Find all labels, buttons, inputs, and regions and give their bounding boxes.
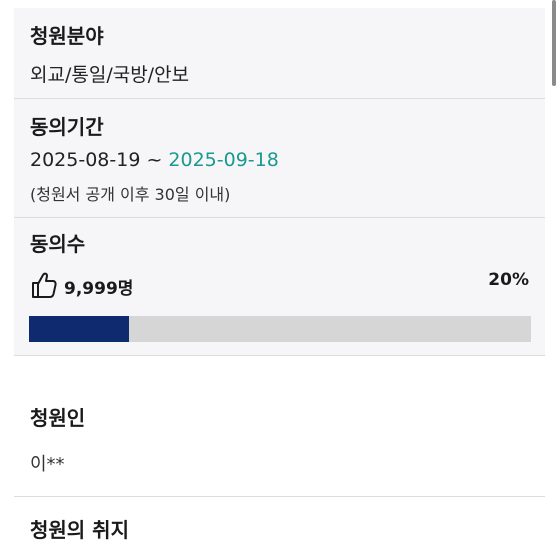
agree-count-percent: 20% — [488, 270, 529, 290]
divider — [14, 355, 545, 356]
petition-field-section: 청원분야 외교/통일/국방/안보 — [14, 8, 545, 98]
agreement-period-dates: 2025-08-19 ~ 2025-09-18 — [30, 149, 279, 171]
agree-count-number: 9,999명 — [64, 279, 134, 299]
petitioner-value: 이** — [30, 454, 65, 475]
period-separator: ~ — [140, 149, 169, 171]
agreement-period-note: (청원서 공개 이후 30일 이내) — [30, 185, 231, 204]
period-end-date: 2025-09-18 — [168, 149, 279, 171]
thumbs-up-icon — [30, 270, 58, 300]
agree-count-section: 동의수 9,999명 20% — [14, 218, 545, 355]
petition-purpose-heading: 청원의 취지 — [30, 518, 129, 542]
petition-field-value: 외교/통일/국방/안보 — [30, 64, 190, 86]
agreement-period-section: 동의기간 2025-08-19 ~ 2025-09-18 (청원서 공개 이후 … — [14, 99, 545, 217]
scrollbar[interactable] — [552, 0, 556, 86]
agree-progress-fill — [29, 316, 130, 342]
period-start-date: 2025-08-19 — [30, 149, 141, 171]
petition-field-heading: 청원분야 — [30, 24, 104, 48]
agree-progress-bar — [29, 316, 531, 342]
agreement-period-heading: 동의기간 — [30, 115, 104, 139]
divider — [14, 496, 545, 497]
petitioner-heading: 청원인 — [30, 406, 86, 430]
agree-count-heading: 동의수 — [30, 232, 86, 256]
